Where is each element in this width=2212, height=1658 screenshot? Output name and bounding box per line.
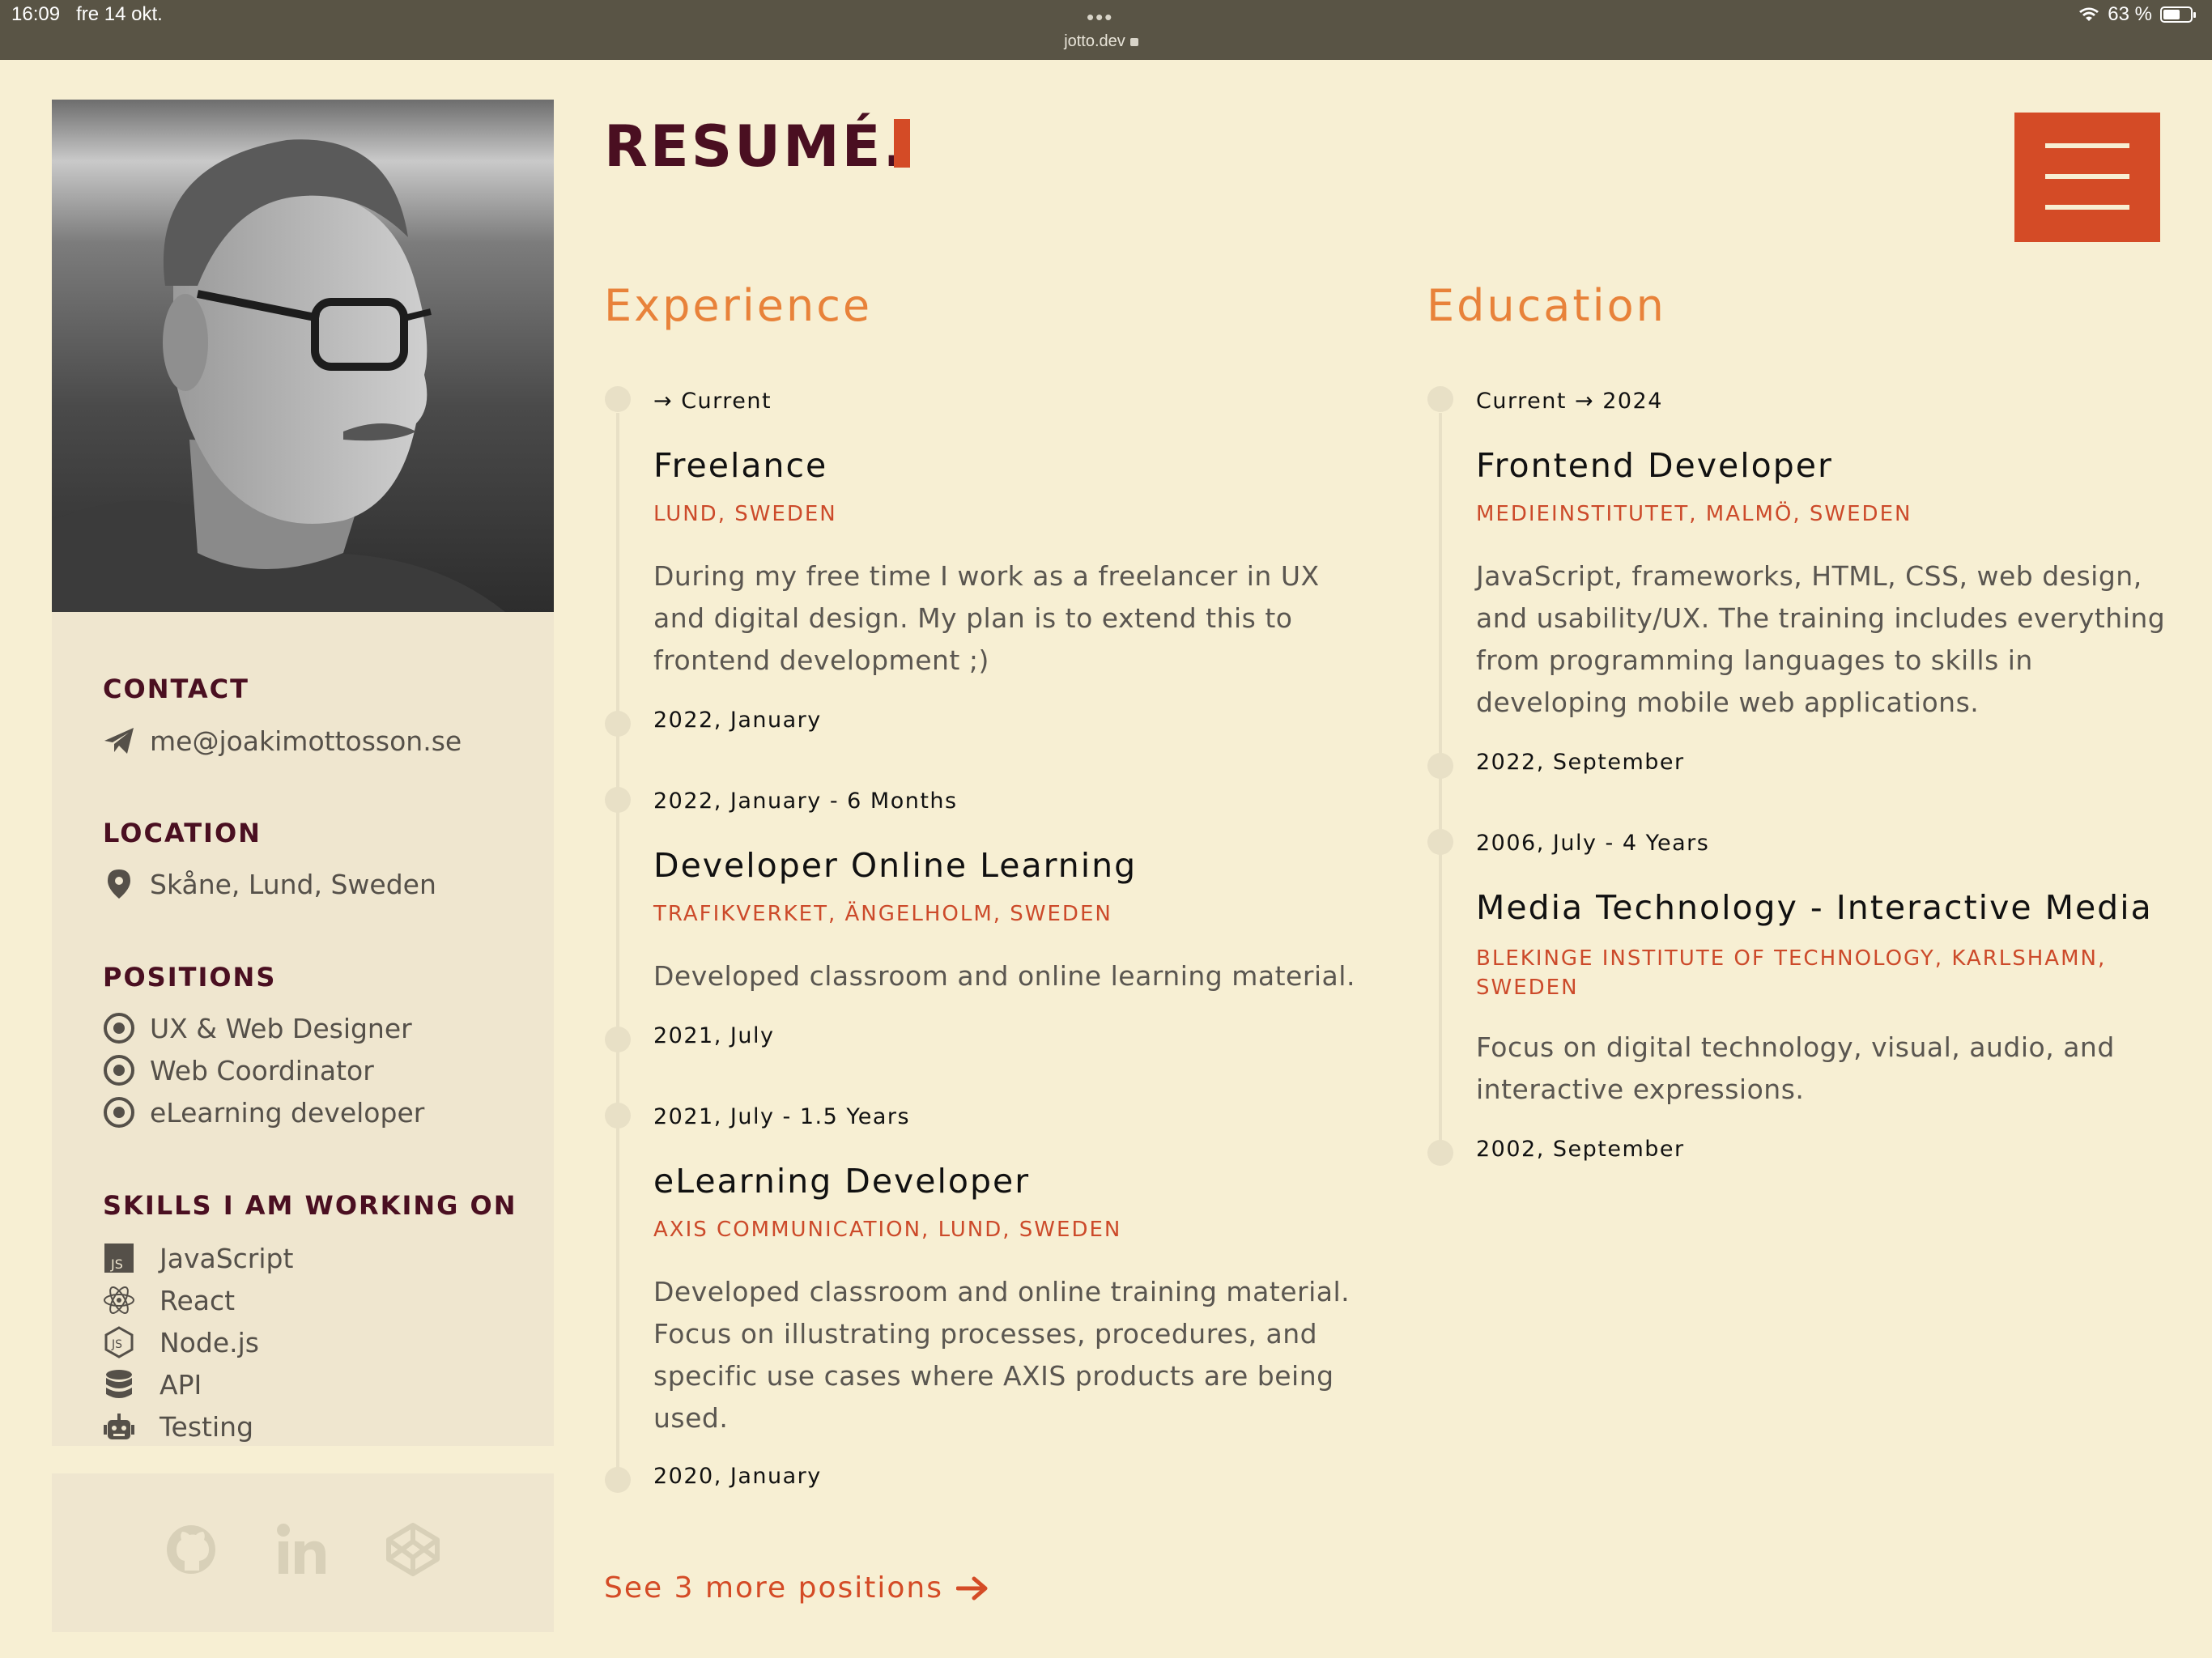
job-title: Developer Online Learning (653, 846, 1138, 885)
battery-percent: 63 % (2108, 3, 2152, 25)
react-icon (104, 1286, 134, 1314)
timeline-dot (605, 1467, 631, 1493)
skill-item: API (103, 1368, 202, 1401)
nodejs-icon: JS (104, 1326, 134, 1358)
job-description: Developed classroom and online learning … (653, 960, 1355, 992)
contact-heading: CONTACT (103, 674, 249, 704)
job-description: During my free time I work as a freelanc… (653, 560, 1320, 676)
job-end: 2020, January (653, 1464, 822, 1489)
radio-dot-icon (104, 1013, 134, 1044)
timeline-dot (605, 1103, 631, 1129)
timeline-dot (605, 1027, 631, 1052)
job-end: 2022, January (653, 708, 822, 733)
edu-start: 2006, July - 4 Years (1476, 831, 1710, 856)
paper-plane-icon (104, 728, 134, 754)
job-place: LUND, SWEDEN (653, 502, 837, 526)
radio-dot-icon (104, 1097, 134, 1128)
status-bar: 16:09 fre 14 okt. ••• jotto.dev 63 % (0, 0, 2212, 60)
edu-description: Focus on digital technology, visual, aud… (1476, 1031, 2115, 1105)
title-cursor (894, 119, 910, 168)
skill-item: React (103, 1284, 235, 1316)
edu-end: 2022, September (1476, 750, 1685, 775)
skills-heading: SKILLS I AM WORKING ON (103, 1190, 517, 1221)
linkedin-icon[interactable] (275, 1522, 330, 1577)
education-timeline (1439, 413, 1442, 1153)
location-text: Skåne, Lund, Sweden (103, 868, 436, 900)
timeline-dot (1427, 386, 1453, 412)
job-start: 2021, July - 1.5 Years (653, 1104, 911, 1129)
arrow-right-icon (955, 1576, 988, 1600)
github-icon[interactable] (164, 1522, 219, 1577)
url-bar[interactable]: jotto.dev (1053, 32, 1150, 51)
robot-icon (104, 1414, 134, 1439)
location-heading: LOCATION (103, 818, 262, 848)
edu-start: Current → 2024 (1476, 389, 1663, 414)
job-description: Developed classroom and online training … (653, 1276, 1351, 1434)
experience-timeline (616, 413, 619, 1478)
svg-text:JS: JS (111, 1338, 122, 1351)
timeline-dot (1427, 753, 1453, 779)
timeline-dot (605, 386, 631, 412)
job-start: → Current (653, 389, 772, 414)
contact-email[interactable]: me@joakimottosson.se (103, 725, 462, 757)
lock-icon (1129, 37, 1138, 46)
radio-dot-icon (104, 1055, 134, 1086)
job-end: 2021, July (653, 1023, 775, 1048)
wifi-icon (2079, 7, 2099, 21)
see-more-positions-link[interactable]: See 3 more positions (604, 1571, 989, 1605)
edu-title: Media Technology - Interactive Media (1476, 888, 2153, 927)
page-title: RESUMÉ. (604, 113, 908, 180)
skill-item: JS Node.js (103, 1326, 259, 1358)
job-title: Freelance (653, 446, 828, 485)
skill-item: Testing (103, 1410, 253, 1443)
svg-text:JS: JS (110, 1256, 123, 1272)
timeline-dot (605, 711, 631, 737)
portrait-photo (52, 139, 505, 612)
job-start: 2022, January - 6 Months (653, 789, 958, 814)
positions-heading: POSITIONS (103, 962, 277, 993)
education-heading: Education (1427, 280, 1666, 331)
hamburger-menu-icon[interactable] (2014, 113, 2160, 242)
timeline-dot (1427, 1140, 1453, 1166)
skill-item: JS JavaScript (103, 1242, 293, 1274)
job-place: TRAFIKVERKET, ÄNGELHOLM, SWEDEN (653, 902, 1112, 926)
position-item: Web Coordinator (103, 1054, 374, 1086)
map-pin-icon (108, 869, 130, 899)
javascript-icon: JS (104, 1244, 134, 1273)
database-icon (106, 1370, 132, 1398)
edu-place: MEDIEINSTITUTET, MALMÖ, SWEDEN (1476, 502, 1912, 526)
position-item: eLearning developer (103, 1096, 424, 1129)
position-item: UX & Web Designer (103, 1012, 412, 1044)
multitask-dots-icon[interactable]: ••• (1087, 5, 1113, 30)
timeline-dot (605, 787, 631, 813)
edu-title: Frontend Developer (1476, 446, 1833, 485)
edu-end: 2002, September (1476, 1137, 1685, 1162)
job-place: AXIS COMMUNICATION, LUND, SWEDEN (653, 1218, 1122, 1242)
battery-icon (2160, 6, 2196, 23)
status-indicators: 63 % (2078, 3, 2196, 26)
experience-heading: Experience (604, 280, 873, 331)
battery-level (2163, 10, 2180, 19)
edu-place: BLEKINGE INSTITUTE OF TECHNOLOGY, KARLSH… (1476, 946, 2107, 1000)
status-time-date: 16:09 fre 14 okt. (11, 3, 163, 25)
edu-description: JavaScript, frameworks, HTML, CSS, web d… (1476, 560, 2166, 718)
codepen-icon[interactable] (385, 1522, 440, 1577)
profile-photo (52, 100, 554, 612)
job-title: eLearning Developer (653, 1162, 1031, 1201)
timeline-dot (1427, 829, 1453, 855)
